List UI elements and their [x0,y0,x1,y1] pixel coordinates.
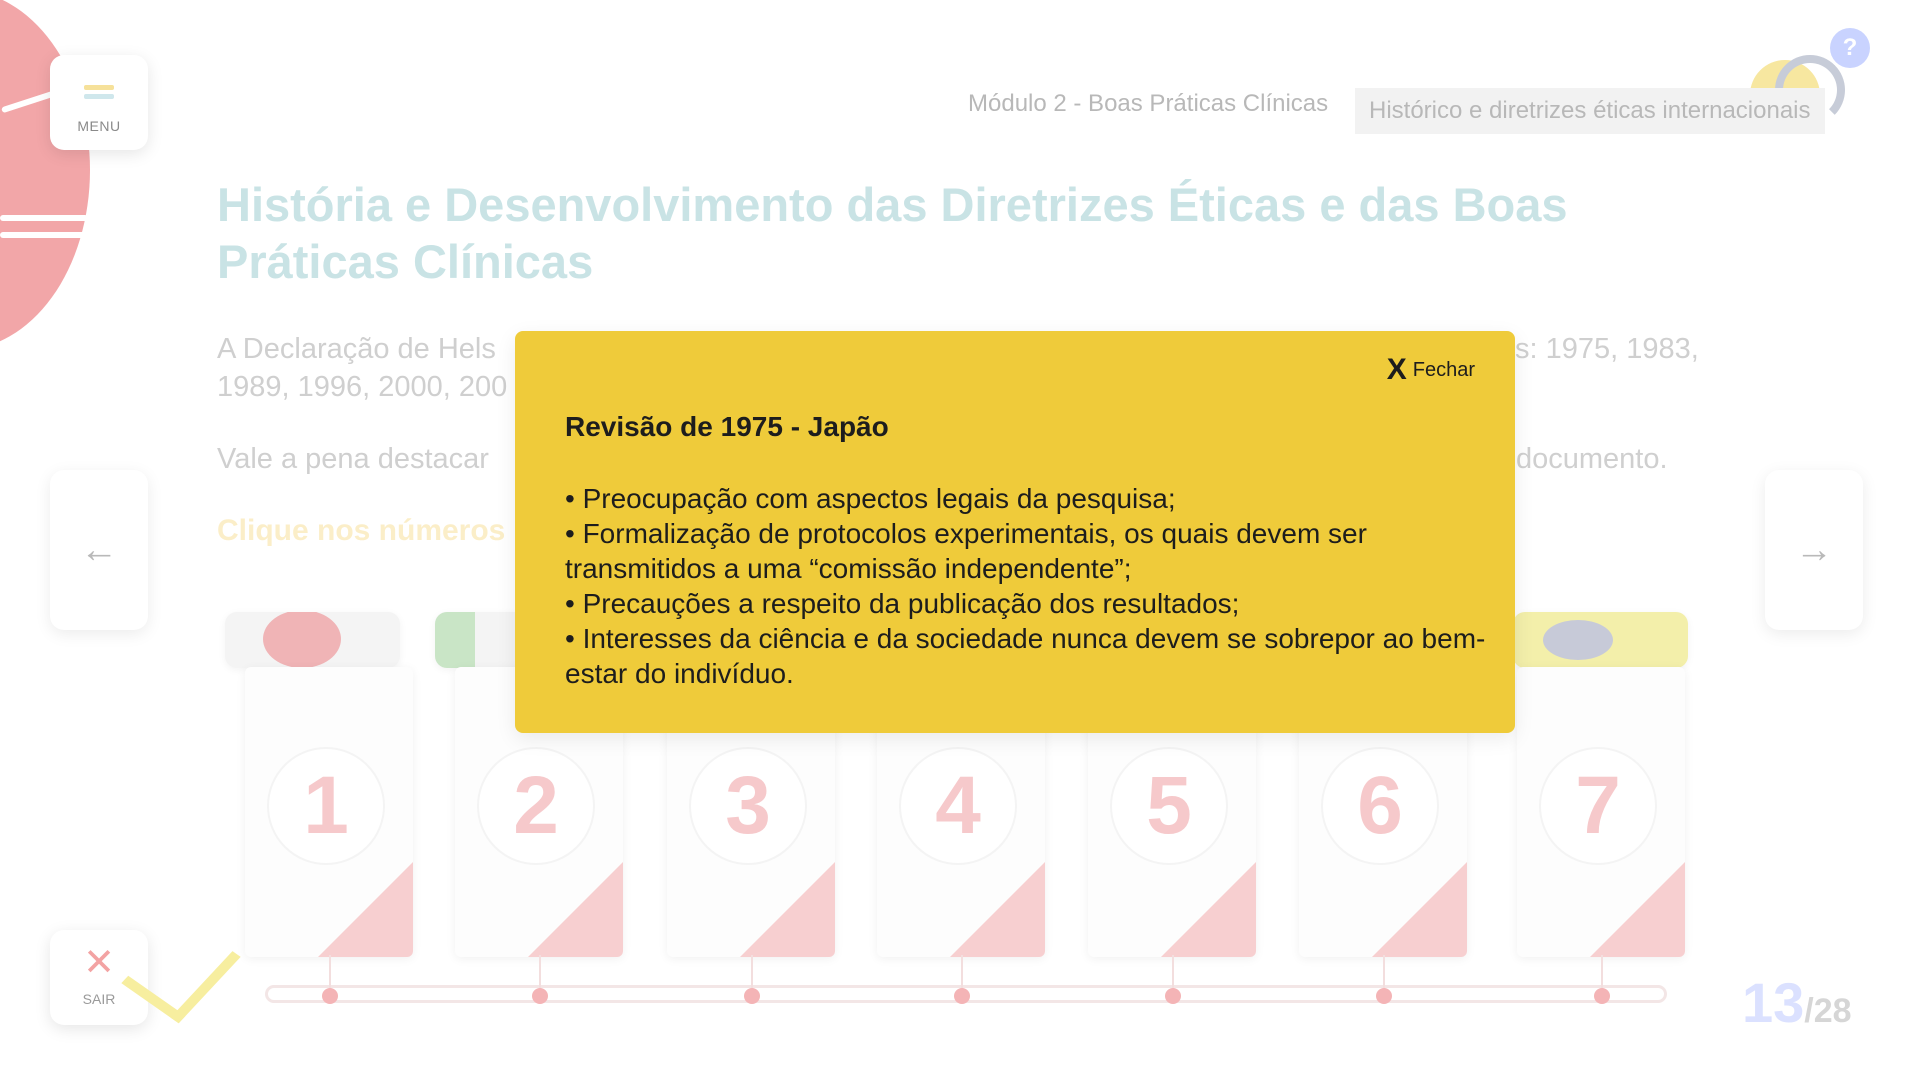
card-corner [1161,862,1256,957]
card-number[interactable]: 4 [899,747,1017,865]
timeline-dot[interactable] [1165,988,1181,1004]
timeline-dot[interactable] [1594,988,1610,1004]
menu-button[interactable]: MENU [50,55,148,150]
modal-list: • Preocupação com aspectos legais da pes… [565,481,1495,691]
paragraph-text: A Declaração de Hels [217,333,496,365]
breadcrumb-topic: Histórico e diretrizes éticas internacio… [1355,88,1825,134]
paragraph-text: documento. [1516,443,1668,475]
instruction-text: Clique nos números [217,514,506,547]
card-body: 7 [1517,667,1685,957]
card-body: 1 [245,667,413,957]
page-counter: 13/28 [1742,970,1852,1035]
brazil-flag [1513,612,1688,668]
japan-flag [225,612,400,668]
close-button[interactable]: X Fechar [1387,353,1475,387]
list-item: • Precauções a respeito da publicação do… [565,588,1240,619]
menu-label: MENU [77,118,121,134]
card-corner [740,862,835,957]
timeline-dot[interactable] [1376,988,1392,1004]
help-button[interactable]: ? [1830,28,1870,68]
card-number[interactable]: 5 [1110,747,1228,865]
card-number[interactable]: 7 [1539,747,1657,865]
info-modal: X Fechar Revisão de 1975 - Japão • Preocu… [515,331,1515,733]
timeline-card-1[interactable]: 1 [225,612,425,957]
list-item: • Formalização de protocolos experimenta… [565,518,1367,584]
breadcrumb-module: Módulo 2 - Boas Práticas Clínicas [968,90,1329,117]
card-number[interactable]: 6 [1321,747,1439,865]
modal-title: Revisão de 1975 - Japão [565,411,889,442]
card-corner [1372,862,1467,957]
arrow-left-icon: ← [80,529,118,571]
paragraph-text: 1989, 1996, 2000, 200 [217,371,508,403]
card-corner [1590,862,1685,957]
menu-icon [84,85,114,107]
exit-label: SAIR [82,991,116,1007]
total-pages: /28 [1804,992,1852,1030]
timeline-dot[interactable] [744,988,760,1004]
page: { "menu": {"label": "MENU"}, "help": {"l… [0,0,1920,1080]
decorative-circle [0,0,90,350]
paragraph-text: Vale a pena destacar [217,443,489,475]
card-number[interactable]: 2 [477,747,595,865]
card-corner [528,862,623,957]
timeline-card-7[interactable]: 7 [1513,612,1697,957]
card-number[interactable]: 1 [267,747,385,865]
page-title: História e Desenvolvimento das Diretrize… [217,178,1568,288]
paragraph-text: s: 1975, 1983, [1515,333,1699,365]
next-button[interactable]: → [1765,470,1863,630]
arrow-right-icon: → [1795,529,1833,571]
list-item: • Interesses da ciência e da sociedade n… [565,623,1486,689]
timeline-dot[interactable] [322,988,338,1004]
current-page: 13 [1742,971,1805,1034]
timeline-dot[interactable] [532,988,548,1004]
close-label: Fechar [1412,359,1475,381]
close-icon: X [1386,353,1407,386]
card-corner [950,862,1045,957]
decorative-line [0,215,88,221]
timeline-dot[interactable] [954,988,970,1004]
decorative-line [0,232,85,238]
previous-button[interactable]: ← [50,470,148,630]
card-number[interactable]: 3 [689,747,807,865]
list-item: • Preocupação com aspectos legais da pes… [565,483,1176,514]
card-corner [318,862,413,957]
